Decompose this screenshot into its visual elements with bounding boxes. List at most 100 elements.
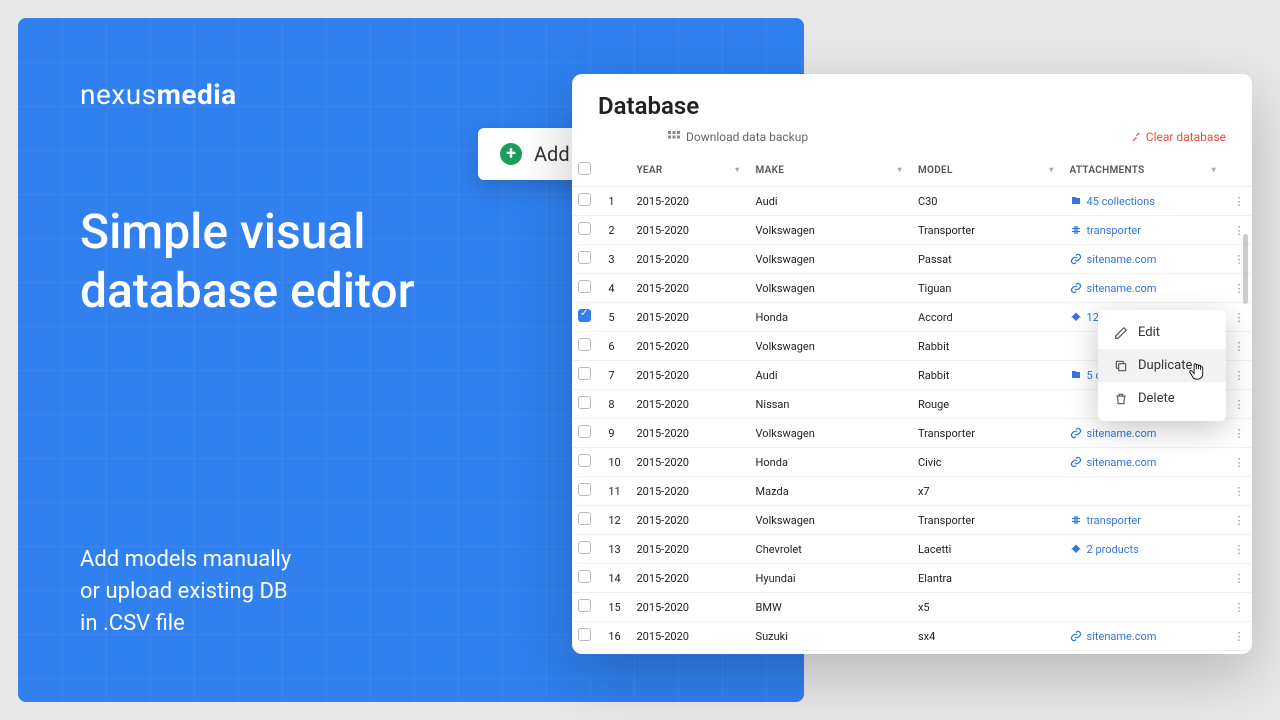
cell-year: 2015-2020 — [630, 216, 749, 245]
table-row[interactable]: 162015-2020Suzukisx4sitename.com⋮ — [572, 622, 1252, 651]
cell-attachment[interactable]: 5 products — [1064, 651, 1226, 655]
row-index: 14 — [602, 564, 630, 593]
row-checkbox[interactable] — [578, 309, 591, 322]
row-actions-button[interactable]: ⋮ — [1226, 274, 1252, 303]
brand-prefix: nexus — [80, 78, 157, 111]
cell-make: Volkswagen — [750, 332, 912, 361]
table-row[interactable]: 92015-2020VolkswagenTransportersitename.… — [572, 419, 1252, 448]
row-actions-button[interactable]: ⋮ — [1226, 564, 1252, 593]
row-index: 17 — [602, 651, 630, 655]
row-index: 16 — [602, 622, 630, 651]
row-checkbox[interactable] — [578, 599, 591, 612]
row-checkbox[interactable] — [578, 425, 591, 438]
row-index: 7 — [602, 361, 630, 390]
cell-attachment — [1064, 564, 1226, 593]
cell-attachment[interactable]: transporter — [1064, 216, 1226, 245]
table-row[interactable]: 122015-2020VolkswagenTransportertranspor… — [572, 506, 1252, 535]
row-actions-button[interactable]: ⋮ — [1226, 303, 1252, 332]
column-checkbox[interactable] — [572, 154, 602, 187]
row-checkbox[interactable] — [578, 280, 591, 293]
row-index: 5 — [602, 303, 630, 332]
row-actions-button[interactable]: ⋮ — [1226, 535, 1252, 564]
row-actions-button[interactable]: ⋮ — [1226, 622, 1252, 651]
row-checkbox[interactable] — [578, 541, 591, 554]
cell-model: Rabbit — [912, 361, 1064, 390]
row-index: 9 — [602, 419, 630, 448]
row-checkbox[interactable] — [578, 251, 591, 264]
download-backup-label: Download data backup — [686, 130, 808, 144]
cell-year: 2015-2020 — [630, 535, 749, 564]
table-row[interactable]: 102015-2020HondaCivicsitename.com⋮ — [572, 448, 1252, 477]
row-actions-button[interactable]: ⋮ — [1226, 361, 1252, 390]
cell-model: C30 — [912, 187, 1064, 216]
pencil-icon — [1114, 326, 1128, 340]
row-checkbox[interactable] — [578, 222, 591, 235]
cell-attachment[interactable]: transporter — [1064, 506, 1226, 535]
cell-model: x5 — [912, 593, 1064, 622]
row-checkbox[interactable] — [578, 512, 591, 525]
cell-model: Transporter — [912, 506, 1064, 535]
grid-icon — [668, 131, 680, 143]
table-row[interactable]: 142015-2020HyundaiElantra⋮ — [572, 564, 1252, 593]
scrollbar[interactable] — [1243, 234, 1248, 634]
cell-year: 2015-2020 — [630, 303, 749, 332]
cell-make: Volkswagen — [750, 216, 912, 245]
row-actions-button[interactable]: ⋮ — [1226, 245, 1252, 274]
cursor-hand-icon — [1188, 362, 1206, 382]
table-row[interactable]: 132015-2020ChevroletLacetti2 products⋮ — [572, 535, 1252, 564]
cell-make: Hyundai — [750, 564, 912, 593]
cell-attachment[interactable]: sitename.com — [1064, 448, 1226, 477]
table-row[interactable]: 172015-2020ChevroletImpala5 products⋮ — [572, 651, 1252, 655]
row-index: 6 — [602, 332, 630, 361]
cell-model: sx4 — [912, 622, 1064, 651]
cell-attachment[interactable]: sitename.com — [1064, 274, 1226, 303]
row-actions-button[interactable]: ⋮ — [1226, 390, 1252, 419]
context-delete[interactable]: Delete — [1098, 382, 1226, 415]
row-actions-button[interactable]: ⋮ — [1226, 216, 1252, 245]
context-duplicate[interactable]: Duplicate — [1098, 349, 1226, 382]
cell-year: 2015-2020 — [630, 419, 749, 448]
table-row[interactable]: 22015-2020VolkswagenTransportertransport… — [572, 216, 1252, 245]
cell-model: Transporter — [912, 216, 1064, 245]
clear-database-button[interactable]: Clear database — [1131, 130, 1226, 144]
cell-model: x7 — [912, 477, 1064, 506]
cell-attachment[interactable]: 45 collections — [1064, 187, 1226, 216]
row-checkbox[interactable] — [578, 628, 591, 641]
row-actions-button[interactable]: ⋮ — [1226, 187, 1252, 216]
row-checkbox[interactable] — [578, 338, 591, 351]
row-actions-button[interactable]: ⋮ — [1226, 477, 1252, 506]
cell-attachment[interactable]: sitename.com — [1064, 622, 1226, 651]
column-make[interactable]: MAKE▾ — [750, 154, 912, 187]
table-row[interactable]: 152015-2020BMWx5⋮ — [572, 593, 1252, 622]
download-backup-button[interactable]: Download data backup — [668, 130, 808, 144]
cell-make: Volkswagen — [750, 419, 912, 448]
row-checkbox[interactable] — [578, 367, 591, 380]
row-checkbox[interactable] — [578, 570, 591, 583]
row-index: 10 — [602, 448, 630, 477]
cell-attachment[interactable]: 2 products — [1064, 535, 1226, 564]
subtext: Add models manuallyor upload existing DB… — [80, 544, 291, 640]
cell-make: Audi — [750, 187, 912, 216]
cell-attachment[interactable]: sitename.com — [1064, 245, 1226, 274]
row-actions-button[interactable]: ⋮ — [1226, 506, 1252, 535]
clear-database-label: Clear database — [1146, 130, 1226, 144]
cell-attachment[interactable]: sitename.com — [1064, 419, 1226, 448]
row-checkbox[interactable] — [578, 483, 591, 496]
row-checkbox[interactable] — [578, 454, 591, 467]
column-attachments[interactable]: ATTACHMENTS▾ — [1064, 154, 1226, 187]
column-year[interactable]: YEAR▾ — [630, 154, 749, 187]
row-actions-button[interactable]: ⋮ — [1226, 593, 1252, 622]
table-row[interactable]: 112015-2020Mazdax7⋮ — [572, 477, 1252, 506]
table-row[interactable]: 42015-2020VolkswagenTiguansitename.com⋮ — [572, 274, 1252, 303]
row-checkbox[interactable] — [578, 193, 591, 206]
row-actions-button[interactable]: ⋮ — [1226, 419, 1252, 448]
context-edit[interactable]: Edit — [1098, 316, 1226, 349]
row-checkbox[interactable] — [578, 396, 591, 409]
row-actions-button[interactable]: ⋮ — [1226, 332, 1252, 361]
table-row[interactable]: 12015-2020AudiC3045 collections⋮ — [572, 187, 1252, 216]
row-actions-button[interactable]: ⋮ — [1226, 651, 1252, 655]
row-actions-button[interactable]: ⋮ — [1226, 448, 1252, 477]
cell-make: Mazda — [750, 477, 912, 506]
table-row[interactable]: 32015-2020VolkswagenPassatsitename.com⋮ — [572, 245, 1252, 274]
column-model[interactable]: MODEL▾ — [912, 154, 1064, 187]
